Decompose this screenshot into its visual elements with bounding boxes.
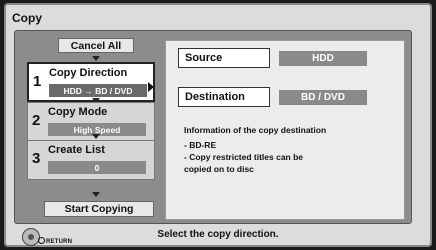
step-number: 3 [32,150,41,167]
step-number: 2 [32,112,41,129]
step-copy-direction[interactable]: 1 Copy Direction HDD → BD / DVD [27,62,155,102]
step-value: 0 [48,161,146,174]
step-number: 1 [33,73,42,90]
window-title: Copy [12,11,42,25]
flow-arrow-icon [92,56,100,61]
start-copying-button[interactable]: Start Copying [44,201,154,217]
destination-label: Destination [178,87,270,107]
step-value: HDD → BD / DVD [49,84,147,97]
info-heading: Information of the copy destination [184,125,327,135]
flow-arrow-icon [92,192,100,197]
step-label: Copy Mode [48,106,108,118]
source-label: Source [178,48,270,68]
right-arrow-icon [148,82,154,92]
info-line: - BD-RE [184,140,217,150]
info-line: - Copy restricted titles can be [184,152,304,162]
step-label: Create List [48,144,105,156]
cancel-all-button[interactable]: Cancel All [58,38,134,53]
info-line: copied on to disc [184,164,254,174]
source-value: HDD [279,51,367,66]
flow-arrow-icon [92,134,100,139]
step-copy-mode[interactable]: 2 Copy Mode High Speed [27,102,155,142]
status-message: Select the copy direction. [157,229,279,240]
step-create-list[interactable]: 3 Create List 0 [27,140,155,180]
destination-value: BD / DVD [279,90,367,105]
step-label: Copy Direction [49,67,128,79]
